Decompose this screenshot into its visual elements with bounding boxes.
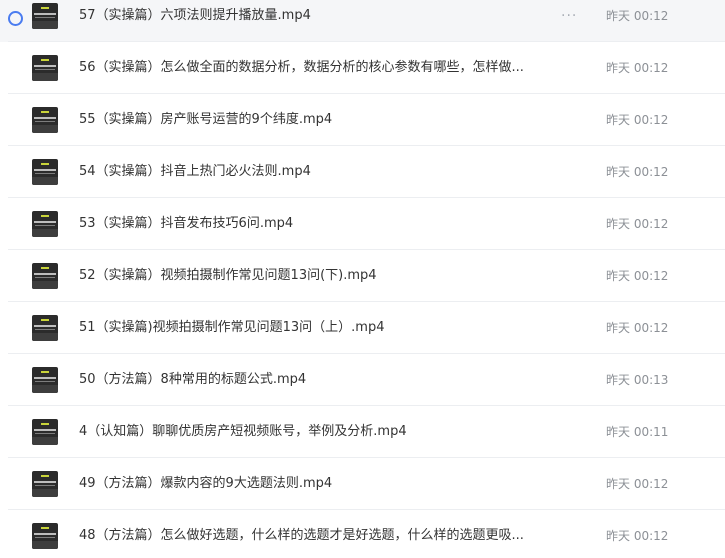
modified-time: 昨天 00:12: [606, 321, 669, 335]
file-row-48[interactable]: 48（方法篇）怎么做好选题，什么样的选题才是好选题，什么样的选题更吸... 昨天…: [0, 510, 725, 558]
file-name[interactable]: 48（方法篇）怎么做好选题，什么样的选题才是好选题，什么样的选题更吸...: [79, 510, 569, 558]
modified-time: 昨天 00:12: [606, 477, 669, 491]
modified-time: 昨天 00:12: [606, 9, 669, 23]
file-row-56[interactable]: 56（实操篇）怎么做全面的数据分析，数据分析的核心参数有哪些，怎样做... 昨天…: [0, 42, 725, 94]
modified-time: 昨天 00:12: [606, 165, 669, 179]
file-row-57[interactable]: 57（实操篇）六项法则提升播放量.mp4 ··· 昨天 00:12: [0, 0, 725, 42]
video-thumbnail: [32, 367, 58, 393]
file-name[interactable]: 54（实操篇）抖音上热门必火法则.mp4: [79, 146, 569, 198]
file-name[interactable]: 50（方法篇）8种常用的标题公式.mp4: [79, 354, 569, 406]
file-name[interactable]: 51（实操篇)视频拍摄制作常见问题13问（上）.mp4: [79, 302, 569, 354]
video-thumbnail: [32, 471, 58, 497]
file-name[interactable]: 56（实操篇）怎么做全面的数据分析，数据分析的核心参数有哪些，怎样做...: [79, 42, 569, 94]
file-name[interactable]: 53（实操篇）抖音发布技巧6问.mp4: [79, 198, 569, 250]
file-list: 57（实操篇）六项法则提升播放量.mp4 ··· 昨天 00:12 56（实操篇…: [0, 0, 725, 558]
file-name[interactable]: 4（认知篇）聊聊优质房产短视频账号，举例及分析.mp4: [79, 406, 569, 458]
video-thumbnail: [32, 3, 58, 29]
file-row-52[interactable]: 52（实操篇）视频拍摄制作常见问题13问(下).mp4 昨天 00:12: [0, 250, 725, 302]
file-row-4[interactable]: 4（认知篇）聊聊优质房产短视频账号，举例及分析.mp4 昨天 00:11: [0, 406, 725, 458]
video-thumbnail: [32, 263, 58, 289]
modified-time: 昨天 00:11: [606, 425, 669, 439]
file-row-54[interactable]: 54（实操篇）抖音上热门必火法则.mp4 昨天 00:12: [0, 146, 725, 198]
video-thumbnail: [32, 315, 58, 341]
modified-time: 昨天 00:12: [606, 269, 669, 283]
video-thumbnail: [32, 419, 58, 445]
file-name[interactable]: 57（实操篇）六项法则提升播放量.mp4: [79, 0, 569, 42]
modified-time: 昨天 00:13: [606, 373, 669, 387]
file-name[interactable]: 49（方法篇）爆款内容的9大选题法则.mp4: [79, 458, 569, 510]
file-row-53[interactable]: 53（实操篇）抖音发布技巧6问.mp4 昨天 00:12: [0, 198, 725, 250]
file-row-51[interactable]: 51（实操篇)视频拍摄制作常见问题13问（上）.mp4 昨天 00:12: [0, 302, 725, 354]
file-row-50[interactable]: 50（方法篇）8种常用的标题公式.mp4 昨天 00:13: [0, 354, 725, 406]
modified-time: 昨天 00:12: [606, 61, 669, 75]
modified-time: 昨天 00:12: [606, 217, 669, 231]
video-thumbnail: [32, 159, 58, 185]
modified-time: 昨天 00:12: [606, 113, 669, 127]
more-options-icon[interactable]: ···: [561, 0, 577, 42]
file-name[interactable]: 52（实操篇）视频拍摄制作常见问题13问(下).mp4: [79, 250, 569, 302]
video-thumbnail: [32, 523, 58, 549]
modified-time: 昨天 00:12: [606, 529, 669, 543]
file-name[interactable]: 55（实操篇）房产账号运营的9个纬度.mp4: [79, 94, 569, 146]
select-circle-icon[interactable]: [8, 11, 23, 26]
video-thumbnail: [32, 211, 58, 237]
video-thumbnail: [32, 107, 58, 133]
file-row-55[interactable]: 55（实操篇）房产账号运营的9个纬度.mp4 昨天 00:12: [0, 94, 725, 146]
video-thumbnail: [32, 55, 58, 81]
file-row-49[interactable]: 49（方法篇）爆款内容的9大选题法则.mp4 昨天 00:12: [0, 458, 725, 510]
